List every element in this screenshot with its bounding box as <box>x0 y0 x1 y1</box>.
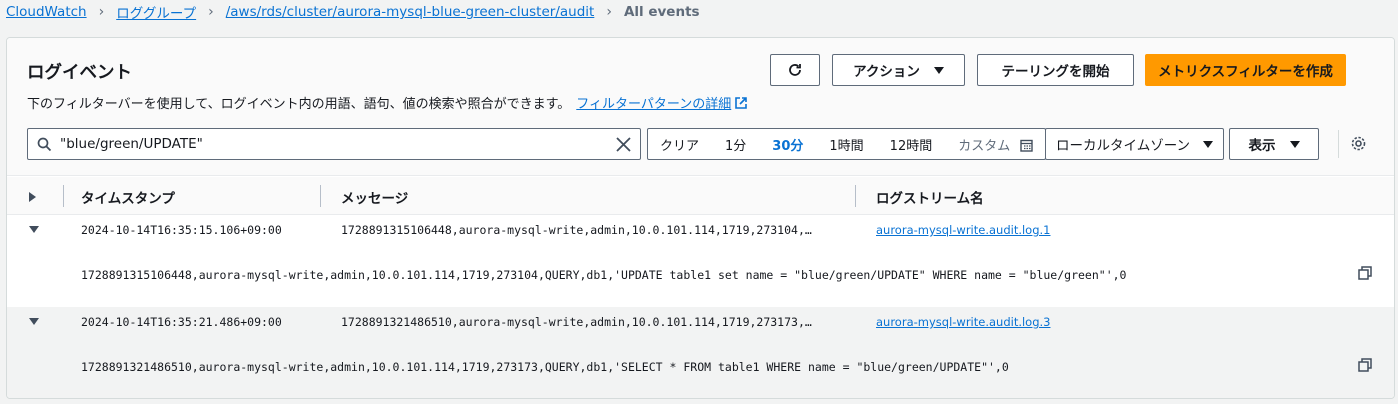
refresh-icon <box>789 64 801 76</box>
calendar-icon <box>1020 139 1034 152</box>
caret-down-icon <box>1203 141 1213 148</box>
start-tailing-label: テーリングを開始 <box>1001 64 1110 80</box>
display-label: 表示 <box>1248 138 1276 154</box>
page-title: ログイベント <box>27 63 132 83</box>
column-divider <box>320 185 321 207</box>
external-link-icon <box>735 97 748 109</box>
time-option-custom[interactable]: カスタム <box>958 135 1034 154</box>
row-message: 1728891315106448,aurora-mysql-write,admi… <box>341 223 812 237</box>
breadcrumb-current: All events <box>623 4 700 20</box>
caret-down-icon[interactable] <box>29 318 39 325</box>
create-metric-filter-label: メトリクスフィルターを作成 <box>1158 64 1333 80</box>
refresh-button[interactable] <box>770 54 820 86</box>
actions-button[interactable]: アクション <box>832 54 965 86</box>
row-message: 1728891321486510,aurora-mysql-write,admi… <box>341 315 812 329</box>
copy-icon[interactable] <box>1358 358 1372 372</box>
caret-right-icon[interactable] <box>29 192 36 202</box>
time-option-12hour[interactable]: 12時間 <box>890 135 933 154</box>
row-timestamp: 2024-10-14T16:35:21.486+09:00 <box>81 315 282 329</box>
breadcrumb: CloudWatch › ロググループ › /aws/rds/cluster/a… <box>0 0 700 24</box>
timezone-label: ローカルタイムゾーン <box>1056 138 1191 154</box>
display-button[interactable]: 表示 <box>1229 128 1319 160</box>
filter-pattern-help-link[interactable]: フィルターパターンの詳細 <box>576 97 748 112</box>
log-events-panel: ログイベント 下のフィルターバーを使用して、ログイベント内の用語、語句、値の検索… <box>6 37 1395 399</box>
row-log-stream-link[interactable]: aurora-mysql-write.audit.log.1 <box>876 223 1050 237</box>
caret-down-icon <box>933 66 944 74</box>
row-detail-message: 1728891321486510,aurora-mysql-write,admi… <box>81 360 1009 374</box>
column-divider <box>855 185 856 207</box>
time-option-1hour[interactable]: 1時間 <box>829 135 863 154</box>
time-clear-button[interactable]: クリア <box>660 135 699 154</box>
row-detail-message: 1728891315106448,aurora-mysql-write,admi… <box>81 268 1127 282</box>
caret-down-icon <box>1289 140 1300 148</box>
copy-icon[interactable] <box>1358 266 1372 280</box>
table-row: 2024-10-14T16:35:15.106+09:00 1728891315… <box>7 215 1394 307</box>
panel-header: ログイベント 下のフィルターバーを使用して、ログイベント内の用語、語句、値の検索… <box>7 38 1394 176</box>
search-input[interactable] <box>60 129 600 159</box>
chevron-right-icon: › <box>98 4 105 20</box>
filter-search-box <box>27 128 641 160</box>
table-row: 2024-10-14T16:35:21.486+09:00 1728891321… <box>7 307 1394 398</box>
clear-icon[interactable] <box>615 136 632 153</box>
column-header-message[interactable]: メッセージ <box>341 187 408 207</box>
custom-label: カスタム <box>958 138 1011 154</box>
actions-label: アクション <box>853 64 920 80</box>
description-text: 下のフィルターバーを使用して、ログイベント内の用語、語句、値の検索や照合ができま… <box>27 97 571 112</box>
row-timestamp: 2024-10-14T16:35:15.106+09:00 <box>81 223 282 237</box>
filter-pattern-link-label: フィルターパターンの詳細 <box>576 97 732 112</box>
column-divider <box>63 185 64 207</box>
time-option-1min[interactable]: 1分 <box>725 135 746 154</box>
chevron-right-icon: › <box>208 4 214 20</box>
time-range-selector: クリア 1分 30分 1時間 12時間 カスタム <box>647 128 1046 160</box>
search-icon <box>37 137 52 152</box>
column-header-timestamp[interactable]: タイムスタンプ <box>81 187 175 207</box>
start-tailing-button[interactable]: テーリングを開始 <box>977 54 1134 86</box>
breadcrumb-cloudwatch[interactable]: CloudWatch <box>6 4 87 20</box>
row-log-stream-link[interactable]: aurora-mysql-write.audit.log.3 <box>876 315 1050 329</box>
create-metric-filter-button[interactable]: メトリクスフィルターを作成 <box>1145 54 1346 86</box>
breadcrumb-log-group[interactable]: /aws/rds/cluster/aurora-mysql-blue-green… <box>226 4 595 20</box>
chevron-right-icon: › <box>606 4 612 20</box>
column-header-log-stream[interactable]: ログストリーム名 <box>876 187 984 207</box>
caret-down-icon[interactable] <box>29 226 39 233</box>
table-header: タイムスタンプ メッセージ ログストリーム名 <box>7 177 1394 215</box>
gear-icon[interactable] <box>1350 135 1367 152</box>
timezone-select[interactable]: ローカルタイムゾーン <box>1045 128 1224 160</box>
page-description: 下のフィルターバーを使用して、ログイベント内の用語、語句、値の検索や照合ができま… <box>27 93 748 112</box>
time-option-30min[interactable]: 30分 <box>772 135 803 154</box>
breadcrumb-log-groups[interactable]: ロググループ <box>116 2 196 22</box>
divider <box>1338 130 1339 158</box>
